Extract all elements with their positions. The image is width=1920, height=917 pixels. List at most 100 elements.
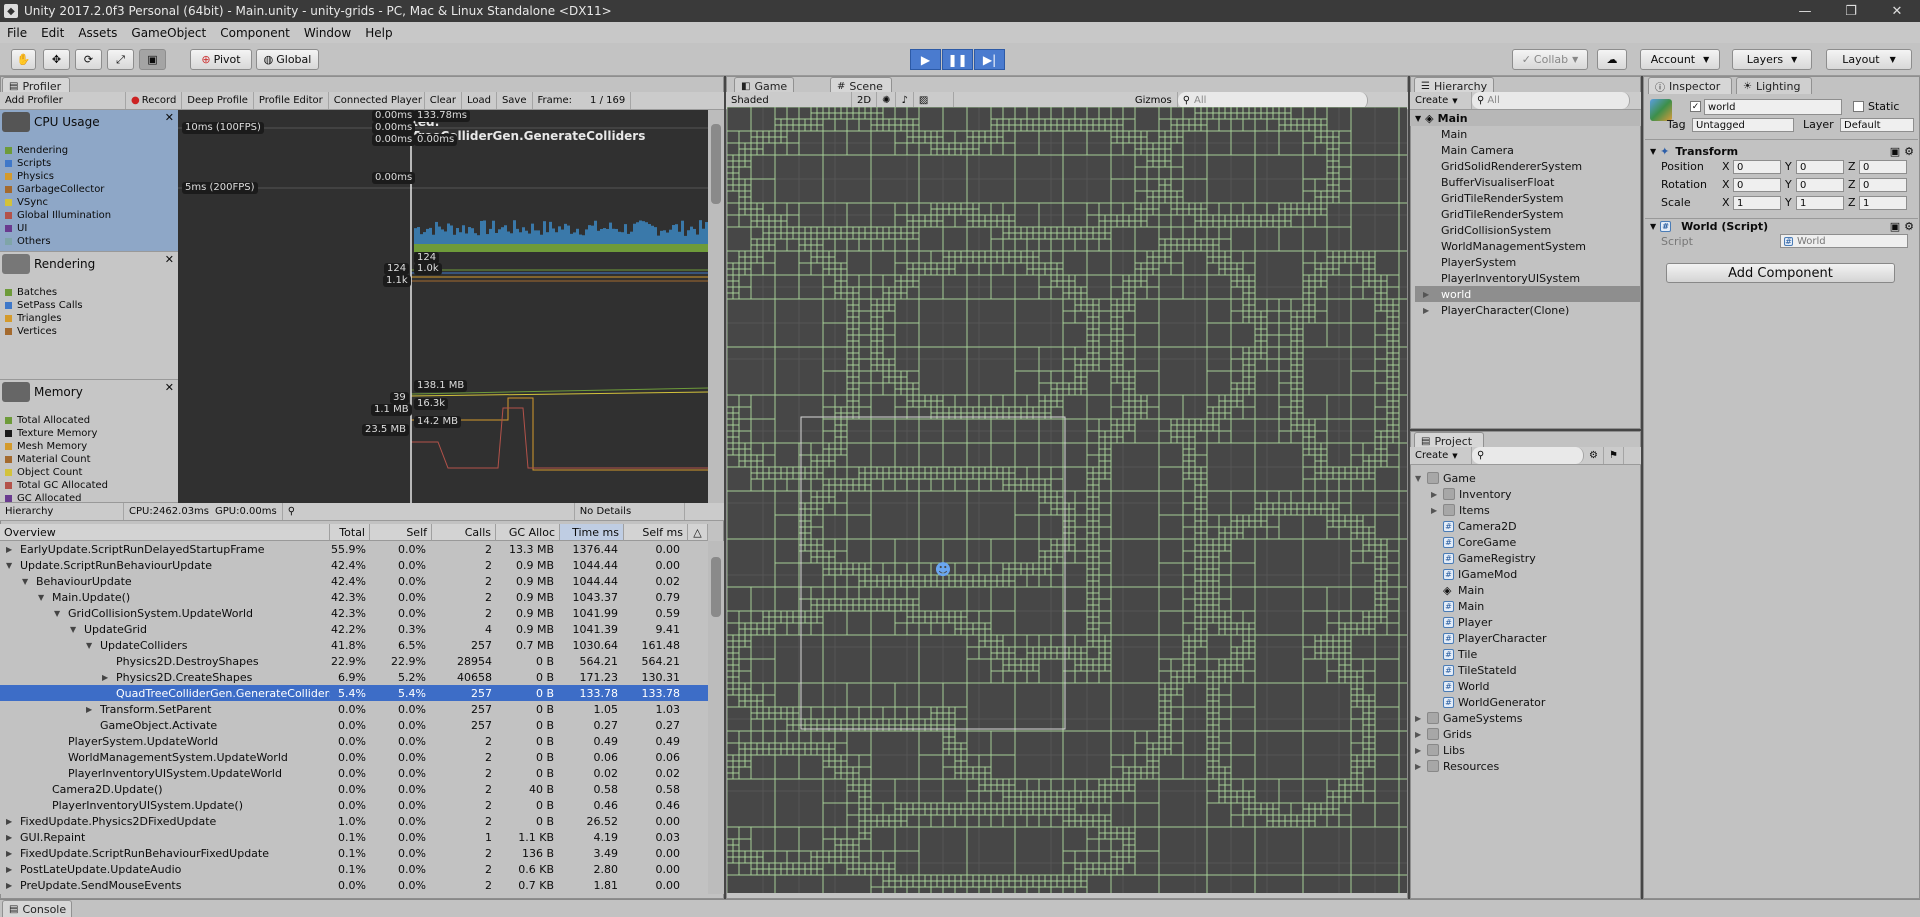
add-component-button[interactable]: Add Component bbox=[1666, 263, 1895, 283]
world-script-header[interactable]: ▼ # World (Script) ▣ ⚙ bbox=[1650, 218, 1918, 234]
chevron-right-icon[interactable]: ▶ bbox=[6, 833, 12, 842]
minimize-button[interactable]: — bbox=[1782, 0, 1828, 22]
legend-item-cpu[interactable]: Physics bbox=[5, 170, 54, 183]
chevron-right-icon[interactable]: ▶ bbox=[1415, 306, 1435, 315]
table-row[interactable]: ▶ PreUpdate.SendMouseEvents 0.0% 0.0% 2 0.7 K… bbox=[0, 877, 708, 893]
collab-button[interactable]: ✓ Collab ▼ bbox=[1512, 49, 1588, 70]
transform-rotation-y-field[interactable]: 0 bbox=[1796, 178, 1844, 192]
warning-column-header[interactable]: △ bbox=[688, 524, 708, 541]
chevron-right-icon[interactable]: ▶ bbox=[1415, 746, 1427, 755]
project-item[interactable]: # IGameMod bbox=[1431, 566, 1517, 582]
load-button[interactable]: Load bbox=[462, 92, 497, 109]
global-toggle[interactable]: ◍ Global bbox=[256, 49, 319, 70]
table-row[interactable]: QuadTreeColliderGen.GenerateColliders 5.4… bbox=[0, 685, 708, 701]
chevron-right-icon[interactable]: ▶ bbox=[6, 849, 12, 858]
table-row[interactable]: ▶ FixedUpdate.Physics2DFixedUpdate 1.0% 0.0… bbox=[0, 813, 708, 829]
legend-item-rendering[interactable]: SetPass Calls bbox=[5, 299, 83, 312]
table-row[interactable]: ▶ GUI.Repaint 0.1% 0.0% 1 1.1 KB 4.19 0.03 bbox=[0, 829, 708, 845]
project-item[interactable]: ▶ GameSystems bbox=[1415, 710, 1523, 726]
tag-dropdown[interactable]: Untagged bbox=[1692, 118, 1794, 132]
hierarchy-item[interactable]: WorldManagementSystem bbox=[1415, 238, 1640, 254]
legend-item-memory[interactable]: Object Count bbox=[5, 466, 82, 479]
project-item[interactable]: # World bbox=[1431, 678, 1490, 694]
table-row[interactable]: ▼ UpdateGrid 42.2% 0.3% 4 0.9 MB 1041.39 9.41 bbox=[0, 621, 708, 637]
table-row[interactable]: ▼ UpdateColliders 41.8% 6.5% 257 0.7 MB 1030.6… bbox=[0, 637, 708, 653]
hierarchy-item[interactable]: ▶ PlayerCharacter(Clone) bbox=[1415, 302, 1640, 318]
chevron-right-icon[interactable]: ▶ bbox=[1415, 290, 1435, 299]
project-item[interactable]: # WorldGenerator bbox=[1431, 694, 1545, 710]
rect-tool-button[interactable]: ▣ bbox=[139, 49, 166, 70]
table-row[interactable]: ▶ Transform.SetParent 0.0% 0.0% 257 0 B 1.05 1.… bbox=[0, 701, 708, 717]
chevron-down-icon[interactable]: ▼ bbox=[54, 609, 60, 618]
view-mode-dropdown[interactable]: Hierarchy bbox=[0, 503, 124, 520]
chevron-right-icon[interactable]: ▶ bbox=[6, 865, 12, 874]
chevron-down-icon[interactable]: ▼ bbox=[70, 625, 76, 634]
project-search-field[interactable]: ⚲ bbox=[1472, 447, 1584, 464]
table-row[interactable]: ▼ Update.ScriptRunBehaviourUpdate 42.4% 0.0… bbox=[0, 557, 708, 573]
legend-item-memory[interactable]: Total Allocated bbox=[5, 414, 90, 427]
hierarchy-item[interactable]: GridTileRenderSystem bbox=[1415, 190, 1640, 206]
clear-button[interactable]: Clear bbox=[425, 92, 462, 109]
project-item[interactable]: ◈ Main bbox=[1431, 582, 1484, 598]
column-header[interactable]: Total bbox=[330, 524, 370, 541]
hierarchy-scrollbar[interactable] bbox=[708, 541, 724, 894]
table-row[interactable]: ▶ EarlyUpdate.ScriptRunDelayedStartupFram… bbox=[0, 541, 708, 557]
column-header[interactable]: Time ms bbox=[560, 524, 624, 541]
transform-position-z-field[interactable]: 0 bbox=[1859, 160, 1907, 174]
record-toggle[interactable]: ● Record bbox=[126, 92, 183, 109]
rendering-graph[interactable]: 124 124 1.0k 1.1k bbox=[178, 252, 708, 380]
legend-item-cpu[interactable]: Rendering bbox=[5, 144, 68, 157]
chevron-down-icon[interactable]: ▼ bbox=[6, 561, 12, 570]
legend-item-cpu[interactable]: Others bbox=[5, 235, 51, 248]
hierarchy-item[interactable]: Main bbox=[1415, 126, 1640, 142]
details-dropdown[interactable]: No Details bbox=[575, 503, 685, 520]
column-header[interactable]: Self ms bbox=[624, 524, 688, 541]
step-button[interactable]: ▶| bbox=[974, 49, 1005, 70]
profile-editor-toggle[interactable]: Profile Editor bbox=[254, 92, 329, 109]
hierarchy-create-dropdown[interactable]: Create ▼ bbox=[1410, 92, 1472, 109]
chevron-right-icon[interactable]: ▶ bbox=[1415, 730, 1427, 739]
legend-item-rendering[interactable]: Triangles bbox=[5, 312, 61, 325]
legend-item-cpu[interactable]: Scripts bbox=[5, 157, 51, 170]
chevron-down-icon[interactable]: ▼ bbox=[86, 641, 92, 650]
transform-rotation-z-field[interactable]: 0 bbox=[1859, 178, 1907, 192]
legend-item-cpu[interactable]: UI bbox=[5, 222, 27, 235]
chevron-right-icon[interactable]: ▶ bbox=[1415, 714, 1427, 723]
project-item[interactable]: # CoreGame bbox=[1431, 534, 1516, 550]
layout-dropdown[interactable]: Layout ▼ bbox=[1826, 49, 1912, 70]
table-row[interactable]: ▶ Physics2D.CreateShapes 6.9% 5.2% 40658 0 B1… bbox=[0, 669, 708, 685]
project-item[interactable]: # PlayerCharacter bbox=[1431, 630, 1547, 646]
chevron-right-icon[interactable]: ▶ bbox=[6, 545, 12, 554]
hierarchy-search-field[interactable]: ⚲ All bbox=[1472, 92, 1630, 109]
script-field[interactable]: # World bbox=[1780, 234, 1908, 248]
legend-item-cpu[interactable]: Global Illumination bbox=[5, 209, 111, 222]
legend-item-memory[interactable]: Material Count bbox=[5, 453, 91, 466]
chevron-right-icon[interactable]: ▶ bbox=[6, 881, 12, 890]
chevron-right-icon[interactable]: ▶ bbox=[86, 705, 92, 714]
legend-item-rendering[interactable]: Batches bbox=[5, 286, 57, 299]
scene-view[interactable]: ☻ bbox=[727, 107, 1407, 893]
hierarchy-item[interactable]: PlayerSystem bbox=[1415, 254, 1640, 270]
sample-search-field[interactable]: ⚲ bbox=[283, 503, 575, 520]
menu-item[interactable]: GameObject bbox=[124, 26, 213, 40]
table-row[interactable]: ▼ BehaviourUpdate 42.4% 0.0% 2 0.9 MB 1044.44 0… bbox=[0, 573, 708, 589]
tab-inspector[interactable]: ⓘ Inspector bbox=[1648, 77, 1732, 94]
rotate-tool-button[interactable]: ⟳ bbox=[75, 49, 102, 70]
graph-scrollbar[interactable] bbox=[708, 110, 724, 503]
transform-scale-x-field[interactable]: 1 bbox=[1733, 196, 1781, 210]
static-checkbox[interactable] bbox=[1853, 101, 1864, 112]
column-header[interactable]: Overview bbox=[0, 524, 330, 541]
pivot-toggle[interactable]: ⊕ Pivot bbox=[190, 49, 252, 70]
hierarchy-item[interactable]: ▶ world bbox=[1415, 286, 1640, 302]
scene-root-row[interactable]: ▼ ◈ Main bbox=[1410, 110, 1641, 126]
table-row[interactable]: ▼ Main.Update() 42.3% 0.0% 2 0.9 MB 1043.37 0.7… bbox=[0, 589, 708, 605]
legend-item-memory[interactable]: Total GC Allocated bbox=[5, 479, 108, 492]
deep-profile-toggle[interactable]: Deep Profile bbox=[182, 92, 254, 109]
transform-header[interactable]: ▼ ✦ Transform ▣ ⚙ bbox=[1650, 143, 1918, 159]
table-row[interactable]: ▶ PostLateUpdate.UpdateAudio 0.1% 0.0% 2 0.6 … bbox=[0, 861, 708, 877]
chevron-right-icon[interactable]: ▶ bbox=[1415, 762, 1427, 771]
play-button[interactable]: ▶ bbox=[910, 49, 941, 70]
project-item[interactable]: # Camera2D bbox=[1431, 518, 1517, 534]
menu-item[interactable]: Window bbox=[297, 26, 358, 40]
active-checkbox[interactable]: ✓ bbox=[1690, 101, 1701, 112]
